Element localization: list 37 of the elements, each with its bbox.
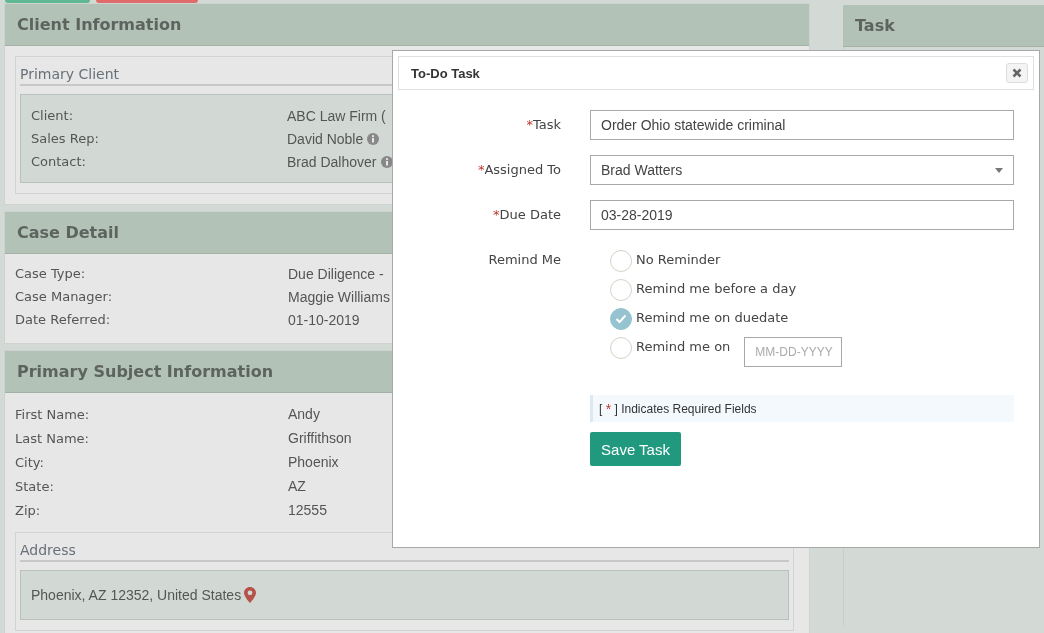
field-value: 12555 — [288, 502, 327, 518]
field-label: City: — [15, 454, 45, 470]
field-label: Last Name: — [15, 430, 90, 446]
field-label: Zip: — [15, 502, 42, 518]
field-value: ABC Law Firm ( — [287, 107, 386, 124]
field-label: Date Referred: — [15, 312, 112, 327]
field-label: Contact: — [31, 154, 87, 169]
field-label: Case Manager: — [15, 289, 114, 304]
field-value: Griffithson — [288, 430, 352, 446]
panel-title: Primary Subject Information — [17, 362, 274, 381]
field-value: Due Diligence - — [288, 265, 384, 282]
field-value: AZ — [288, 478, 306, 494]
field-label: Case Type: — [15, 266, 87, 281]
address-text: Phoenix, AZ 12352, United States — [31, 587, 242, 603]
field-value: Brad Dalhover — [287, 153, 377, 170]
panel-title: Task — [855, 16, 895, 35]
field-value: David Noble — [287, 130, 364, 147]
field-value: Phoenix — [288, 454, 339, 470]
field-label: Remind Me — [487, 251, 561, 269]
field-value: 01-10-2019 — [288, 311, 360, 328]
panel-title: Case Detail — [17, 223, 120, 242]
field-label: Sales Rep: — [31, 131, 100, 146]
field-label: Client: — [31, 108, 74, 123]
field-label: First Name: — [15, 406, 91, 422]
field-label: *Task — [525, 116, 561, 134]
radio-label: Remind me on duedate — [636, 309, 789, 325]
dialog-title: To-Do Task — [411, 65, 480, 81]
field-value: Andy — [288, 406, 320, 422]
field-label: State: — [15, 478, 55, 494]
radio-label: No Reminder — [636, 251, 721, 267]
field-label: *Assigned To — [476, 161, 561, 179]
radio-label: Remind me before a day — [636, 280, 797, 296]
field-value: Maggie Williams — [288, 288, 390, 305]
field-label: *Due Date — [492, 206, 561, 224]
panel-title: Client Information — [17, 15, 182, 34]
required-fields-note: [ * ] Indicates Required Fields — [590, 395, 1014, 422]
radio-label: Remind me on — [636, 338, 731, 354]
